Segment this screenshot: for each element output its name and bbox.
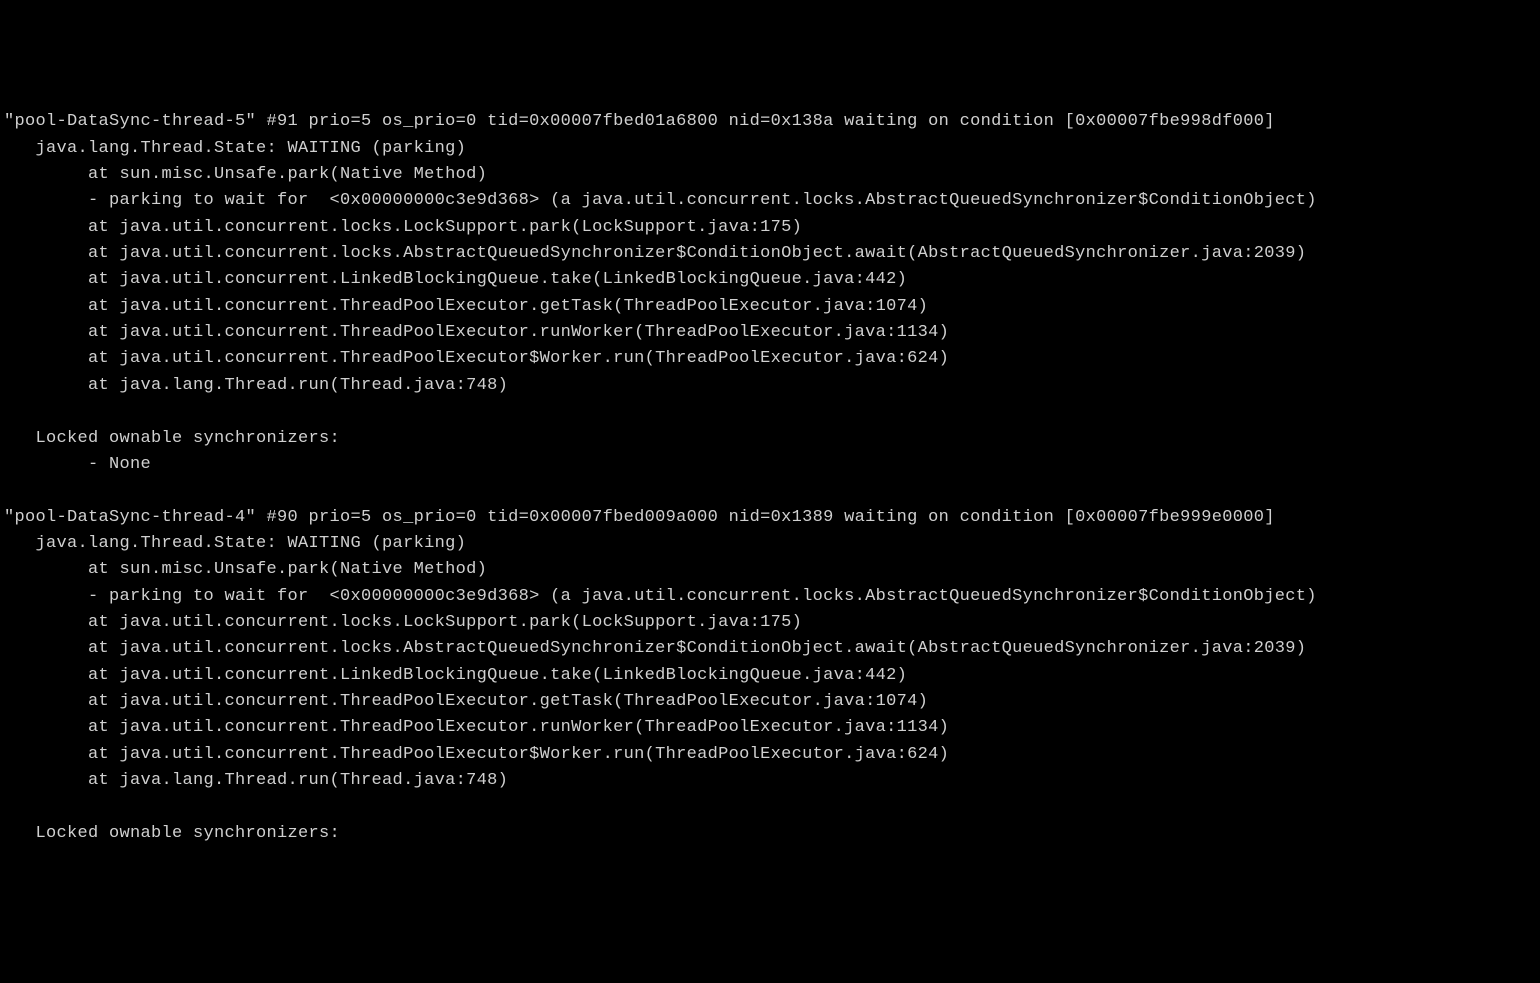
stack-frame: at java.util.concurrent.ThreadPoolExecut… (4, 689, 1536, 715)
stack-frame: at sun.misc.Unsafe.park(Native Method) (4, 557, 1536, 583)
stack-frame: at java.util.concurrent.ThreadPoolExecut… (4, 320, 1536, 346)
locked-sync-header: Locked ownable synchronizers: (4, 821, 1536, 847)
stack-frame: at java.util.concurrent.ThreadPoolExecut… (4, 294, 1536, 320)
locked-sync-item: - None (4, 452, 1536, 478)
thread-dump-container: "pool-DataSync-thread-5" #91 prio=5 os_p… (4, 109, 1536, 847)
blank-line (4, 399, 1536, 425)
stack-frame: at java.util.concurrent.ThreadPoolExecut… (4, 346, 1536, 372)
stack-frame: at java.util.concurrent.ThreadPoolExecut… (4, 742, 1536, 768)
locked-sync-header: Locked ownable synchronizers: (4, 426, 1536, 452)
blank-line (4, 478, 1536, 504)
thread-state: java.lang.Thread.State: WAITING (parking… (4, 531, 1536, 557)
thread-state: java.lang.Thread.State: WAITING (parking… (4, 136, 1536, 162)
thread-header: "pool-DataSync-thread-4" #90 prio=5 os_p… (4, 505, 1536, 531)
stack-frame: at java.util.concurrent.ThreadPoolExecut… (4, 715, 1536, 741)
stack-frame: - parking to wait for <0x00000000c3e9d36… (4, 188, 1536, 214)
stack-frame: at java.util.concurrent.locks.AbstractQu… (4, 636, 1536, 662)
blank-line (4, 794, 1536, 820)
stack-frame: at java.lang.Thread.run(Thread.java:748) (4, 373, 1536, 399)
thread-block-1: "pool-DataSync-thread-5" #91 prio=5 os_p… (4, 109, 1536, 478)
thread-header: "pool-DataSync-thread-5" #91 prio=5 os_p… (4, 109, 1536, 135)
thread-block-2: "pool-DataSync-thread-4" #90 prio=5 os_p… (4, 505, 1536, 847)
stack-frame: at java.util.concurrent.locks.LockSuppor… (4, 610, 1536, 636)
stack-frame: at java.lang.Thread.run(Thread.java:748) (4, 768, 1536, 794)
stack-frame: at java.util.concurrent.locks.LockSuppor… (4, 215, 1536, 241)
stack-frame: - parking to wait for <0x00000000c3e9d36… (4, 584, 1536, 610)
stack-frame: at java.util.concurrent.LinkedBlockingQu… (4, 267, 1536, 293)
stack-frame: at sun.misc.Unsafe.park(Native Method) (4, 162, 1536, 188)
stack-frame: at java.util.concurrent.locks.AbstractQu… (4, 241, 1536, 267)
stack-frame: at java.util.concurrent.LinkedBlockingQu… (4, 663, 1536, 689)
